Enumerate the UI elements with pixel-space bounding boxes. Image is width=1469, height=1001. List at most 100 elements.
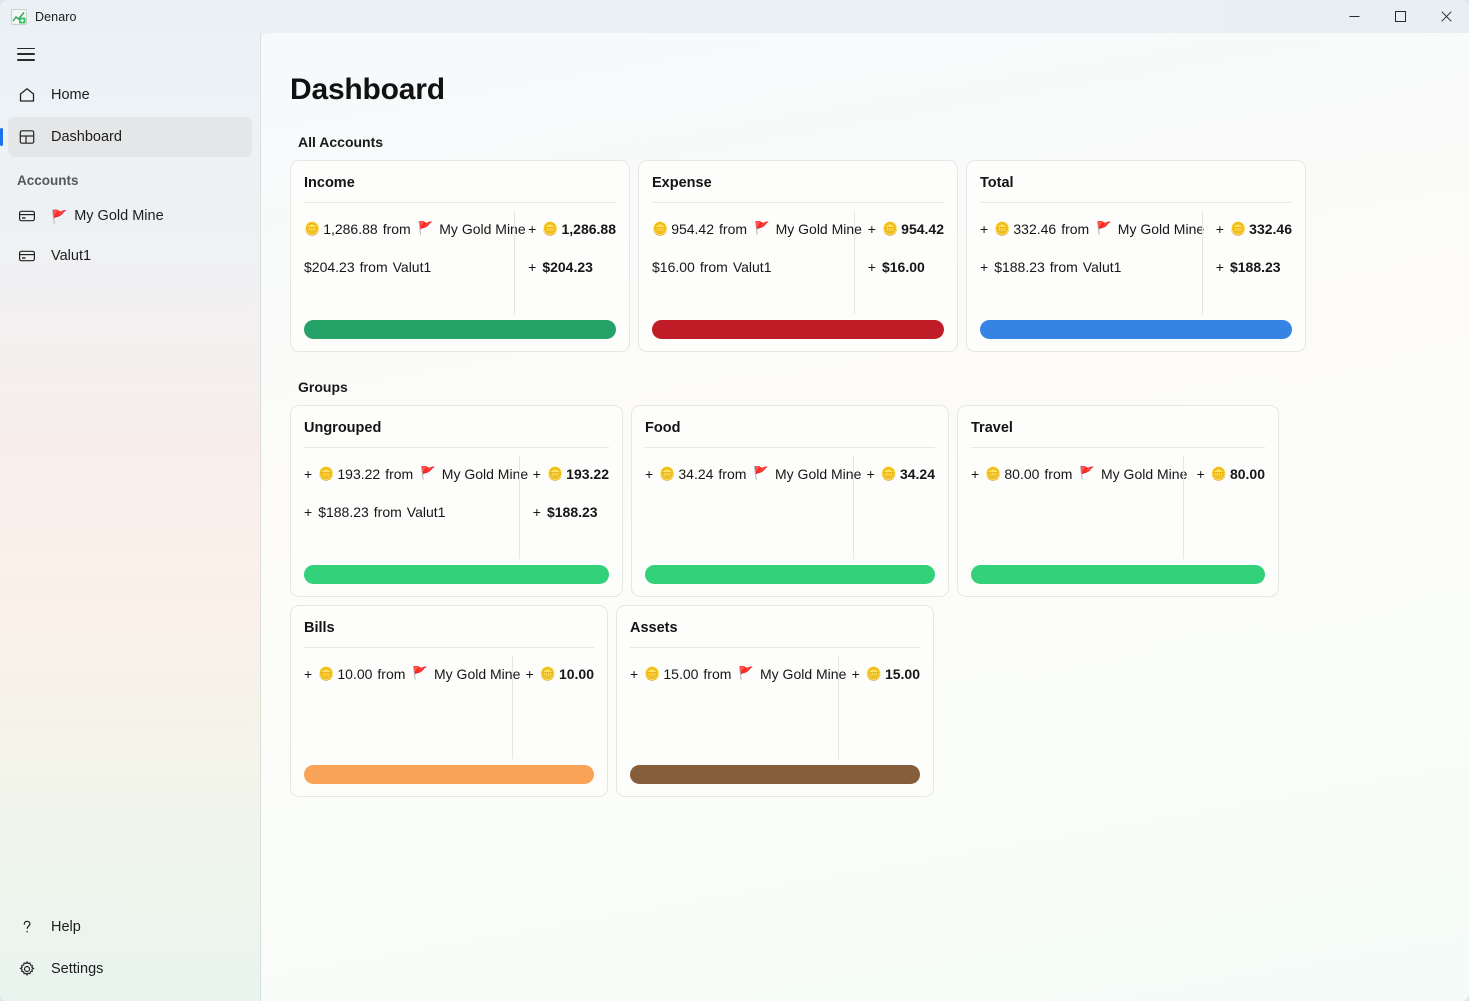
row-amount: 954.42 bbox=[671, 220, 715, 237]
row-from: from bbox=[382, 220, 411, 237]
window-body: Home Dashboard Accounts 🚩 My Gold Mine V… bbox=[0, 33, 1469, 1001]
card-title: Expense bbox=[652, 175, 712, 191]
main-content: Dashboard All Accounts Income 🪙 1,286.88… bbox=[261, 33, 1469, 1001]
close-button[interactable] bbox=[1423, 0, 1469, 33]
coin-icon: 🪙 bbox=[994, 221, 1011, 236]
card-title: Assets bbox=[630, 620, 678, 636]
row-from: from bbox=[373, 503, 402, 520]
row-sign: + bbox=[304, 465, 313, 482]
row-sign: + bbox=[532, 503, 541, 520]
hamburger-icon[interactable] bbox=[17, 47, 35, 61]
card-total[interactable]: Total + 🪙 332.46 from 🚩 My Gold Mine + $… bbox=[966, 160, 1306, 352]
card-group-assets[interactable]: Assets + 🪙 15.00 from 🚩 My Gold Mine + 🪙… bbox=[616, 605, 934, 797]
row-sign: + bbox=[851, 665, 860, 682]
row-account: My Gold Mine bbox=[1101, 465, 1188, 482]
coin-icon: 🪙 bbox=[865, 666, 882, 681]
row-sign: + bbox=[1196, 465, 1205, 482]
row-sign: + bbox=[304, 503, 313, 520]
sidebar-item-my-gold-mine-label: 🚩 My Gold Mine bbox=[51, 208, 164, 224]
coin-icon: 🪙 bbox=[1229, 221, 1247, 236]
group-progress-bar bbox=[971, 565, 1265, 584]
row-account: Valut1 bbox=[732, 258, 772, 275]
sidebar-item-my-gold-mine[interactable]: 🚩 My Gold Mine bbox=[8, 196, 252, 236]
card-rows: + 🪙 332.46 from 🚩 My Gold Mine + $188.23 bbox=[967, 203, 1204, 320]
row-from: from bbox=[377, 665, 406, 682]
sidebar-item-help[interactable]: Help bbox=[8, 907, 252, 947]
row-sign: + bbox=[866, 465, 875, 482]
row-amount: 193.22 bbox=[566, 465, 609, 482]
groups-cards-row-1: Ungrouped + 🪙 193.22 from 🚩 My Gold Mine bbox=[290, 405, 1469, 597]
card-body: + 🪙 80.00 from 🚩 My Gold Mine + 🪙 80.00 bbox=[958, 448, 1278, 565]
card-rows: + 🪙 15.00 from 🚩 My Gold Mine bbox=[617, 648, 846, 765]
chart-app-icon bbox=[11, 8, 27, 25]
card-totals: + 🪙 332.46 + $188.23 bbox=[1203, 203, 1305, 320]
card-row: 🪙 1,286.88 from 🚩 My Gold Mine bbox=[304, 215, 526, 242]
row-sign: + bbox=[980, 258, 989, 275]
row-amount: 1,286.88 bbox=[561, 220, 617, 237]
card-title: Food bbox=[645, 420, 681, 436]
coin-icon: 🪙 bbox=[304, 221, 321, 236]
maximize-button[interactable] bbox=[1377, 0, 1423, 33]
card-group-food[interactable]: Food + 🪙 34.24 from 🚩 My Gold Mine + 🪙 3… bbox=[631, 405, 949, 597]
card-rows: + 🪙 10.00 from 🚩 My Gold Mine bbox=[291, 648, 520, 765]
row-amount: 15.00 bbox=[663, 665, 699, 682]
card-icon bbox=[17, 206, 37, 226]
income-progress-bar bbox=[304, 320, 616, 339]
group-progress-bar bbox=[304, 565, 609, 584]
groups-cards-row-2: Bills + 🪙 10.00 from 🚩 My Gold Mine + 🪙 … bbox=[290, 605, 1469, 797]
card-row: + 🪙 80.00 from 🚩 My Gold Mine bbox=[971, 460, 1187, 487]
card-total-row: + $204.23 bbox=[528, 253, 616, 280]
card-title: Total bbox=[980, 175, 1014, 191]
coin-icon: 🪙 bbox=[659, 466, 676, 481]
card-group-bills[interactable]: Bills + 🪙 10.00 from 🚩 My Gold Mine + 🪙 … bbox=[290, 605, 608, 797]
card-rows: + 🪙 34.24 from 🚩 My Gold Mine bbox=[632, 448, 861, 565]
flag-icon: 🚩 bbox=[417, 221, 434, 235]
row-sign: + bbox=[528, 258, 537, 275]
sidebar-item-dashboard[interactable]: Dashboard bbox=[0, 117, 252, 157]
card-expense[interactable]: Expense 🪙 954.42 from 🚩 My Gold Mine $16… bbox=[638, 160, 958, 352]
card-group-ungrouped[interactable]: Ungrouped + 🪙 193.22 from 🚩 My Gold Mine bbox=[290, 405, 623, 597]
coin-icon: 🪙 bbox=[318, 466, 335, 481]
card-rows: 🪙 1,286.88 from 🚩 My Gold Mine $204.23 f… bbox=[291, 203, 526, 320]
card-income[interactable]: Income 🪙 1,286.88 from 🚩 My Gold Mine $2… bbox=[290, 160, 630, 352]
sidebar-toggle-row bbox=[8, 33, 252, 75]
row-account: My Gold Mine bbox=[439, 220, 526, 237]
card-title: Ungrouped bbox=[304, 420, 382, 436]
row-amount: $16.00 bbox=[652, 258, 695, 275]
card-group-travel[interactable]: Travel + 🪙 80.00 from 🚩 My Gold Mine + 🪙… bbox=[957, 405, 1279, 597]
card-title: Bills bbox=[304, 620, 335, 636]
card-totals: + 🪙 80.00 bbox=[1184, 448, 1278, 565]
row-amount: 10.00 bbox=[337, 665, 373, 682]
flag-icon: 🚩 bbox=[753, 466, 769, 480]
row-account: My Gold Mine bbox=[760, 665, 847, 682]
row-sign: + bbox=[980, 220, 989, 237]
total-progress-bar bbox=[980, 320, 1292, 339]
flag-icon: 🚩 bbox=[412, 666, 428, 680]
sidebar-item-valut1-label: Valut1 bbox=[51, 248, 92, 264]
row-amount: $188.23 bbox=[318, 503, 369, 520]
card-icon bbox=[17, 246, 37, 266]
card-row: $16.00 from Valut1 bbox=[652, 253, 854, 280]
coin-icon: 🪙 bbox=[318, 666, 335, 681]
page-title: Dashboard bbox=[290, 73, 445, 106]
minimize-button[interactable] bbox=[1331, 0, 1377, 33]
coin-icon: 🪙 bbox=[644, 666, 661, 681]
row-from: from bbox=[703, 665, 732, 682]
row-amount: 193.22 bbox=[337, 465, 381, 482]
sidebar-item-valut1[interactable]: Valut1 bbox=[8, 236, 252, 276]
card-row: + $188.23 from Valut1 bbox=[980, 253, 1202, 280]
row-account: Valut1 bbox=[392, 258, 432, 275]
sidebar-item-settings[interactable]: Settings bbox=[8, 949, 252, 989]
sidebar-item-home[interactable]: Home bbox=[8, 75, 252, 115]
row-amount: 80.00 bbox=[1004, 465, 1040, 482]
title-bar: Denaro bbox=[0, 0, 1469, 33]
coin-icon: 🪙 bbox=[652, 221, 669, 236]
coin-icon: 🪙 bbox=[881, 221, 899, 236]
sidebar-bottom: Help Settings bbox=[8, 907, 252, 1001]
card-total-row: + $188.23 bbox=[533, 498, 609, 525]
flag-icon: 🚩 bbox=[1079, 466, 1095, 480]
row-sign: + bbox=[867, 258, 876, 275]
row-amount: $188.23 bbox=[994, 258, 1045, 275]
flag-icon: 🚩 bbox=[754, 221, 770, 235]
